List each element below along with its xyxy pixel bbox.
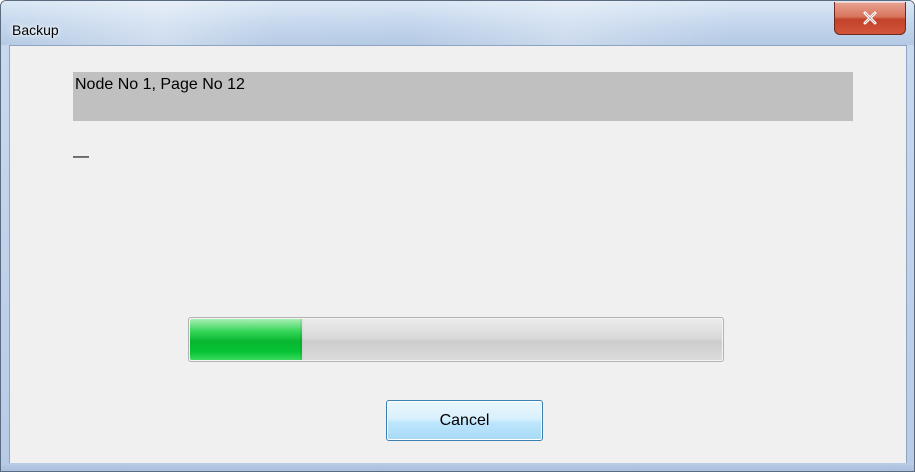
close-button[interactable] [834,2,906,35]
backup-dialog-window: Backup Node No 1, Page No 12 — Cancel [0,0,915,472]
dialog-client-area: Node No 1, Page No 12 — Cancel [9,45,907,465]
cancel-button[interactable]: Cancel [386,400,543,441]
backup-progress-bar [188,317,724,362]
secondary-status-text: — [73,148,89,165]
status-text: Node No 1, Page No 12 [75,76,245,93]
close-icon [862,11,878,25]
title-bar[interactable]: Backup [1,1,914,45]
status-text-box: Node No 1, Page No 12 [73,72,853,121]
window-bottom-frame [1,463,914,471]
window-title: Backup [12,22,59,38]
progress-fill [190,319,304,360]
